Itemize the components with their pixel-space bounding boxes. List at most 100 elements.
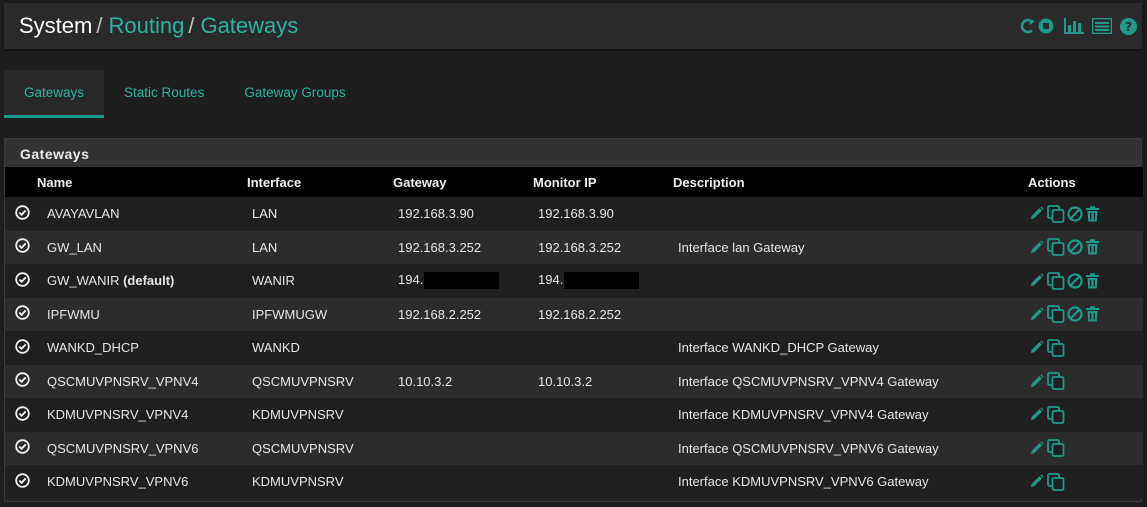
- interface-cell: LAN: [252, 239, 278, 255]
- monitor-ip-cell: [533, 432, 673, 466]
- copy-icon[interactable]: [1046, 372, 1065, 391]
- table-row[interactable]: GW_WANIR (default) WANIR 194. 194.: [5, 264, 1143, 298]
- gateway-ip: 192.168.3.252: [398, 239, 482, 255]
- description-cell: [673, 197, 1028, 231]
- gateways-table: Name Interface Gateway Monitor IP Descri…: [5, 167, 1143, 499]
- table-row[interactable]: KDMUVPNSRV_VPNV6 KDMUVPNSRV Interface KDMU…: [5, 465, 1143, 499]
- name-cell: IPFWMU: [37, 298, 247, 332]
- check-circle-icon: [15, 406, 30, 421]
- gateway-ip: 192.168.3.90: [398, 206, 474, 222]
- description-cell: [673, 298, 1028, 332]
- tab-bar: Gateways Static Routes Gateway Groups: [4, 70, 366, 118]
- list-icon[interactable]: [1091, 17, 1113, 35]
- status-cell: [5, 465, 37, 499]
- description-column-header[interactable]: Description: [673, 167, 1028, 197]
- status-cell: [5, 398, 37, 432]
- delete-trash-icon[interactable]: [1084, 238, 1101, 256]
- table-row[interactable]: AVAYAVLAN LAN 192.168.3.90 192.168.3.90: [5, 197, 1143, 231]
- interface-column-header[interactable]: Interface: [247, 167, 393, 197]
- disable-ban-icon[interactable]: [1066, 205, 1083, 223]
- delete-trash-icon[interactable]: [1084, 305, 1101, 323]
- description-cell: [673, 264, 1028, 298]
- reload-stop-icon[interactable]: [1019, 17, 1057, 35]
- edit-pencil-icon[interactable]: [1028, 272, 1045, 290]
- delete-trash-icon[interactable]: [1084, 205, 1101, 223]
- check-circle-icon: [15, 272, 30, 287]
- copy-icon[interactable]: [1046, 405, 1065, 424]
- tab-gateways[interactable]: Gateways: [4, 70, 105, 118]
- gateway-cell: 10.10.3.2: [393, 365, 533, 399]
- disable-ban-icon[interactable]: [1066, 272, 1083, 290]
- interface-cell: WANKD: [252, 340, 300, 356]
- actions-cell: [1028, 465, 1143, 499]
- copy-icon[interactable]: [1046, 204, 1065, 223]
- edit-pencil-icon[interactable]: [1028, 238, 1045, 256]
- monitor-ip-cell: [533, 331, 673, 365]
- monitor-ip-cell: [533, 398, 673, 432]
- copy-icon[interactable]: [1046, 271, 1065, 290]
- name-column-header[interactable]: Name: [37, 167, 247, 197]
- gateway-cell: [393, 331, 533, 365]
- table-row[interactable]: IPFWMU IPFWMUGW 192.168.2.252 192.168.2.252: [5, 297, 1143, 332]
- actions-cell: [1028, 432, 1143, 466]
- bar-chart-icon[interactable]: [1063, 17, 1085, 35]
- copy-icon[interactable]: [1046, 305, 1065, 324]
- monitor-ip-cell: 192.168.3.90: [533, 197, 673, 231]
- status-cell: [5, 432, 37, 466]
- name-cell: GW_WANIR (default): [37, 264, 247, 298]
- tab-static-routes[interactable]: Static Routes: [104, 70, 224, 115]
- redaction-box: [564, 272, 640, 290]
- interface-cell: QSCMUVPNSRV: [252, 440, 354, 456]
- copy-icon[interactable]: [1046, 439, 1065, 458]
- monitor-ip: 194.: [538, 272, 564, 288]
- tab-gateway-groups[interactable]: Gateway Groups: [224, 70, 365, 115]
- description-cell: Interface KDMUVPNSRV_VPNV6 Gateway: [678, 474, 929, 490]
- disable-ban-icon[interactable]: [1066, 305, 1083, 323]
- monitor-ip-cell: 192.168.3.252: [533, 231, 673, 265]
- edit-pencil-icon[interactable]: [1028, 439, 1045, 457]
- copy-icon[interactable]: [1046, 238, 1065, 257]
- description-cell: Interface QSCMUVPNSRV_VPNV4 Gateway: [678, 373, 939, 389]
- monitor-ip-cell: 192.168.2.252: [533, 298, 673, 332]
- table-row[interactable]: QSCMUVPNSRV_VPNV4 QSCMUVPNSRV 10.10.3.2 10.…: [5, 364, 1143, 399]
- disable-ban-icon[interactable]: [1066, 238, 1083, 256]
- edit-pencil-icon[interactable]: [1028, 473, 1045, 491]
- gateway-name: KDMUVPNSRV_VPNV4: [47, 407, 189, 423]
- check-circle-icon: [15, 473, 30, 488]
- gateway-column-header[interactable]: Gateway: [393, 167, 533, 197]
- copy-icon[interactable]: [1046, 472, 1065, 491]
- check-circle-icon: [15, 339, 30, 354]
- edit-pencil-icon[interactable]: [1028, 372, 1045, 390]
- breadcrumb-separator: /: [96, 13, 103, 38]
- status-cell: [5, 331, 37, 365]
- gateway-name: QSCMUVPNSRV_VPNV4: [47, 373, 199, 389]
- gateway-cell: 192.168.2.252: [393, 298, 533, 332]
- table-row[interactable]: GW_LAN LAN 192.168.3.252 192.168.3.252 Inter…: [5, 230, 1143, 265]
- gateway-ip: 10.10.3.2: [398, 373, 453, 389]
- breadcrumb-separator: /: [188, 13, 195, 38]
- check-circle-icon: [15, 439, 30, 454]
- edit-pencil-icon[interactable]: [1028, 305, 1045, 323]
- edit-pencil-icon[interactable]: [1028, 406, 1045, 424]
- redaction-box: [424, 272, 500, 290]
- copy-icon[interactable]: [1046, 338, 1065, 357]
- help-icon[interactable]: ?: [1119, 17, 1137, 35]
- table-row[interactable]: KDMUVPNSRV_VPNV4 KDMUVPNSRV Interface KDMU…: [5, 398, 1143, 432]
- edit-pencil-icon[interactable]: [1028, 205, 1045, 223]
- breadcrumb-system: System: [19, 13, 93, 38]
- breadcrumb-gateways-link[interactable]: Gateways: [200, 13, 298, 38]
- description-cell: Interface WANKD_DHCP Gateway: [678, 340, 879, 356]
- status-column-header: [5, 167, 37, 197]
- gateway-ip: 192.168.2.252: [398, 306, 482, 322]
- table-row[interactable]: QSCMUVPNSRV_VPNV6 QSCMUVPNSRV Interface QS…: [5, 431, 1143, 466]
- table-row[interactable]: WANKD_DHCP WANKD Interface WANKD_DHCP Gate…: [5, 331, 1143, 365]
- monitor-ip-cell: [533, 465, 673, 499]
- delete-trash-icon[interactable]: [1084, 272, 1101, 290]
- gateway-cell: 192.168.3.90: [393, 197, 533, 231]
- gateway-cell: 192.168.3.252: [393, 231, 533, 265]
- edit-pencil-icon[interactable]: [1028, 339, 1045, 357]
- panel-title: Gateways: [5, 139, 1141, 167]
- name-cell: KDMUVPNSRV_VPNV6: [37, 465, 247, 499]
- breadcrumb-routing-link[interactable]: Routing: [108, 13, 184, 38]
- monitor-ip-column-header[interactable]: Monitor IP: [533, 167, 673, 197]
